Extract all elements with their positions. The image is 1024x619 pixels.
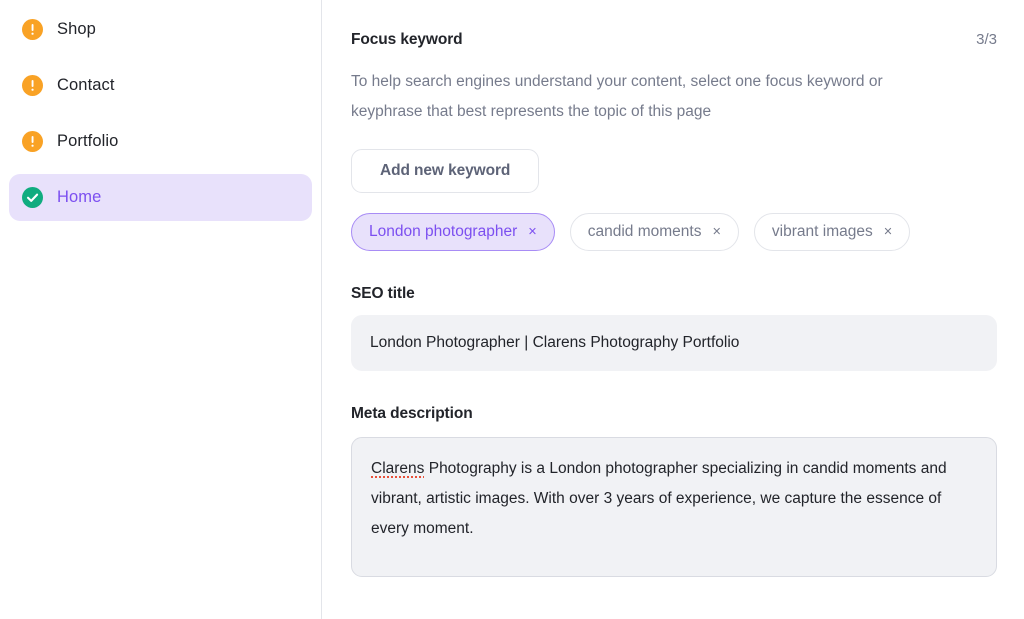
meta-description-label: Meta description: [351, 405, 997, 423]
keyword-chip-list: London photographer × candid moments × v…: [351, 213, 997, 251]
section-description: To help search engines understand your c…: [351, 67, 951, 127]
sidebar-item-portfolio[interactable]: Portfolio: [9, 118, 312, 165]
close-icon[interactable]: ×: [528, 225, 536, 240]
page-title: Focus keyword: [351, 31, 463, 49]
keyword-chip-candid-moments[interactable]: candid moments ×: [570, 213, 739, 251]
seo-settings-screen: Shop Contact Portfolio: [0, 0, 1024, 619]
keyword-chip-london-photographer[interactable]: London photographer ×: [351, 213, 555, 251]
keyword-chip-label: vibrant images: [772, 223, 873, 241]
keyword-chip-label: candid moments: [588, 223, 702, 241]
sidebar-item-contact[interactable]: Contact: [9, 62, 312, 109]
warning-icon: [22, 19, 43, 40]
sidebar-item-home[interactable]: Home: [9, 174, 312, 221]
meta-description-textarea[interactable]: Clarens Photography is a London photogra…: [351, 437, 997, 577]
sidebar-item-label: Home: [57, 188, 101, 207]
sidebar-item-shop[interactable]: Shop: [9, 6, 312, 53]
sidebar-item-label: Portfolio: [57, 132, 118, 151]
seo-title-label: SEO title: [351, 285, 997, 303]
close-icon[interactable]: ×: [712, 225, 720, 240]
close-icon[interactable]: ×: [884, 225, 892, 240]
misspelled-word: Clarens: [371, 460, 424, 477]
keyword-chip-label: London photographer: [369, 223, 517, 241]
section-header: Focus keyword 3/3: [351, 31, 997, 49]
check-circle-icon: [22, 187, 43, 208]
keyword-chip-vibrant-images[interactable]: vibrant images ×: [754, 213, 910, 251]
add-new-keyword-button[interactable]: Add new keyword: [351, 149, 539, 193]
warning-icon: [22, 131, 43, 152]
page-list-sidebar: Shop Contact Portfolio: [0, 0, 322, 619]
warning-icon: [22, 75, 43, 96]
seo-title-input[interactable]: London Photographer | Clarens Photograph…: [351, 315, 997, 371]
meta-description-text: Photography is a London photographer spe…: [371, 460, 947, 537]
focus-keyword-panel: Focus keyword 3/3 To help search engines…: [322, 0, 1024, 619]
keyword-counter: 3/3: [976, 31, 997, 48]
sidebar-item-label: Shop: [57, 20, 96, 39]
sidebar-item-label: Contact: [57, 76, 115, 95]
